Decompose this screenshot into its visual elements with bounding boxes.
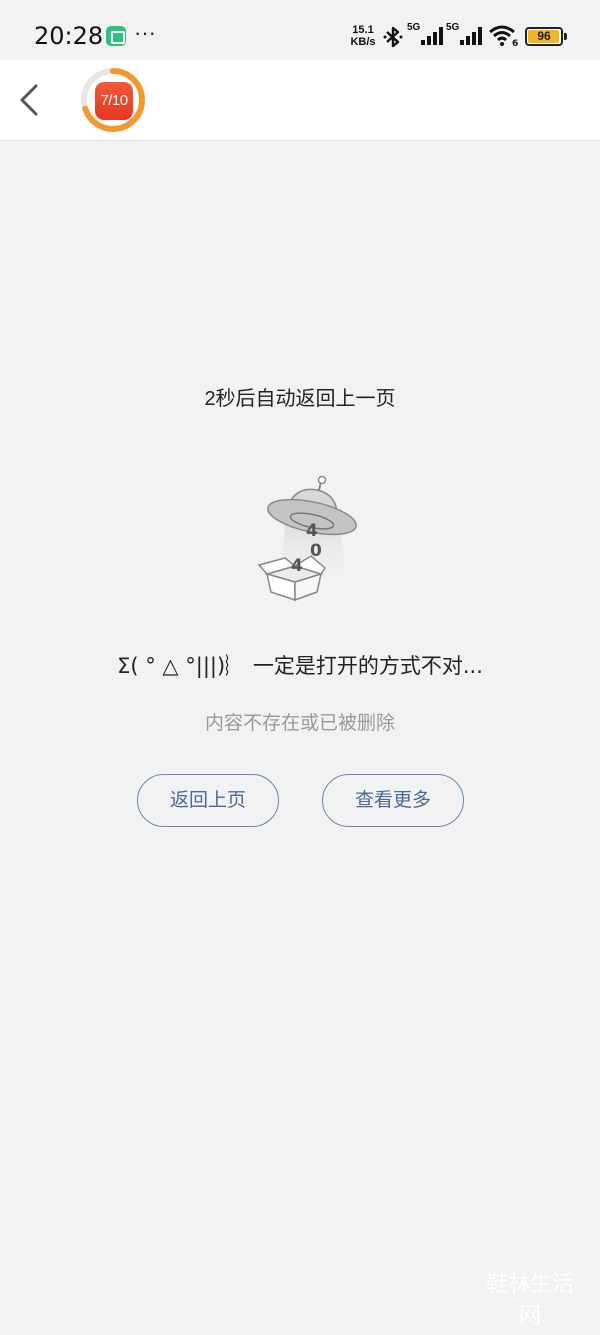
- bluetooth-icon: [383, 26, 403, 48]
- more-notifications-icon: ···: [134, 20, 156, 45]
- ufo-404-illustration: 4 0 4: [257, 475, 357, 602]
- status-bar: 20:28 ··· 15.1 KB/s 5G 5G 6 96: [0, 0, 600, 60]
- network-speed-unit: KB/s: [350, 36, 376, 48]
- battery-tip: [564, 33, 567, 40]
- status-time: 20:28: [34, 22, 104, 50]
- mi-home-icon: [106, 26, 126, 46]
- view-more-button[interactable]: 查看更多: [322, 774, 464, 827]
- error-subtitle: 内容不存在或已被删除: [204, 713, 395, 734]
- back-button[interactable]: [8, 76, 52, 124]
- network-speed: 15.1 KB/s: [346, 24, 380, 48]
- battery-icon: 96: [525, 27, 563, 46]
- progress-badge[interactable]: 7/10: [95, 82, 133, 120]
- digit-3: 4: [291, 556, 303, 576]
- antenna-icon: [317, 475, 327, 485]
- return-previous-button[interactable]: 返回上页: [137, 774, 279, 827]
- battery-level: 96: [537, 29, 551, 43]
- wifi-label: 6: [512, 39, 518, 47]
- error-title: Σ( ° △ °|||)︴ 一定是打开的方式不对...: [117, 654, 483, 678]
- network-speed-value: 15.1: [352, 24, 374, 36]
- countdown-text: 2秒后自动返回上一页: [204, 388, 396, 410]
- wifi-icon: 6: [489, 25, 518, 47]
- nav-bar: 7/10: [0, 60, 600, 141]
- digit-1: 4: [306, 521, 318, 541]
- chevron-left-icon: [20, 84, 38, 116]
- watermark-url: xxxlxhfhs.com: [501, 1294, 559, 1304]
